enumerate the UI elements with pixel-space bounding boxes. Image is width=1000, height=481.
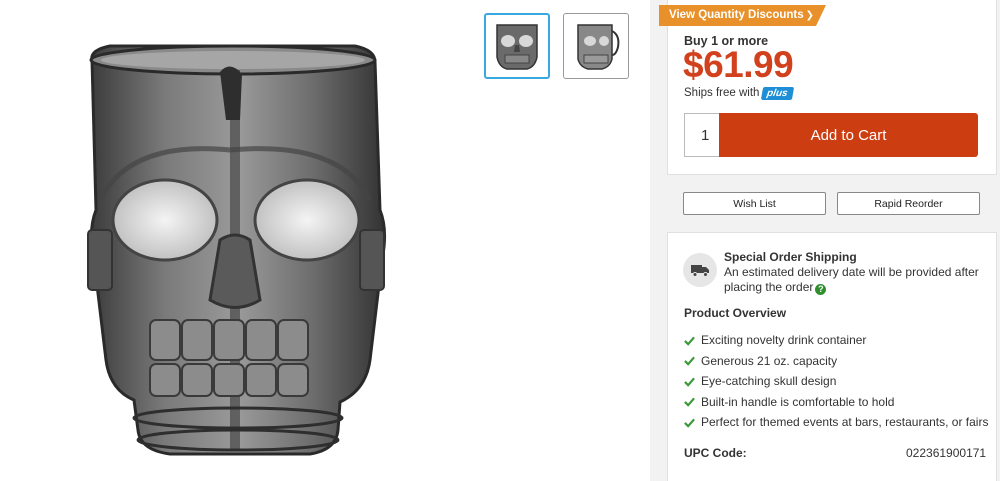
- check-icon: [684, 397, 695, 408]
- skull-mug-side-thumbnail: [577, 24, 620, 70]
- plus-badge[interactable]: plus: [761, 87, 795, 100]
- check-icon: [684, 418, 695, 428]
- feature-text: Perfect for themed events at bars, resta…: [701, 415, 989, 430]
- add-to-cart-button[interactable]: Add to Cart: [719, 113, 978, 157]
- upc-code-value: 022361900171: [906, 446, 987, 460]
- feature-text: Exciting novelty drink container: [701, 333, 867, 348]
- quantity-discounts-label: View Quantity Discounts: [669, 9, 804, 21]
- quantity-discounts-link[interactable]: View Quantity Discounts ❯: [659, 5, 827, 26]
- ships-free-text: Ships free with plus: [684, 87, 795, 100]
- feature-text: Eye-catching skull design: [701, 374, 837, 389]
- product-price: $61.99: [683, 44, 794, 85]
- ships-free-label: Ships free with: [684, 87, 760, 99]
- product-overview-title: Product Overview: [684, 306, 787, 320]
- feature-item: Generous 21 oz. capacity: [684, 351, 988, 372]
- feature-text: Generous 21 oz. capacity: [701, 353, 838, 368]
- wish-list-button[interactable]: Wish List: [683, 192, 826, 215]
- upc-code-label: UPC Code:: [684, 446, 747, 460]
- check-icon: [684, 377, 695, 387]
- thumbnail-2[interactable]: [563, 13, 629, 79]
- skull-mug-front-thumbnail: [496, 24, 538, 70]
- feature-list: Exciting novelty drink container Generou…: [684, 330, 988, 433]
- shipping-icon-badge: [683, 253, 717, 287]
- feature-item: Eye-catching skull design: [684, 371, 988, 392]
- shipping-description-text: An estimated delivery date will be provi…: [724, 265, 979, 294]
- feature-text: Built-in handle is comfortable to hold: [701, 394, 895, 409]
- product-main-image[interactable]: [70, 30, 410, 470]
- feature-item: Perfect for themed events at bars, resta…: [684, 412, 988, 433]
- check-icon: [684, 356, 695, 367]
- chevron-right-icon: ❯: [805, 10, 815, 21]
- check-icon: [684, 336, 695, 346]
- thumbnail-1[interactable]: [484, 13, 550, 79]
- quantity-input[interactable]: [684, 113, 720, 157]
- shipping-title: Special Order Shipping: [724, 250, 857, 264]
- shipping-description: An estimated delivery date will be provi…: [724, 265, 984, 295]
- feature-item: Built-in handle is comfortable to hold: [684, 392, 988, 413]
- question-icon[interactable]: ?: [815, 284, 827, 295]
- rapid-reorder-button[interactable]: Rapid Reorder: [837, 192, 980, 215]
- truck-icon: [691, 265, 709, 277]
- feature-item: Exciting novelty drink container: [684, 330, 988, 351]
- skull-mug-image: [87, 44, 387, 456]
